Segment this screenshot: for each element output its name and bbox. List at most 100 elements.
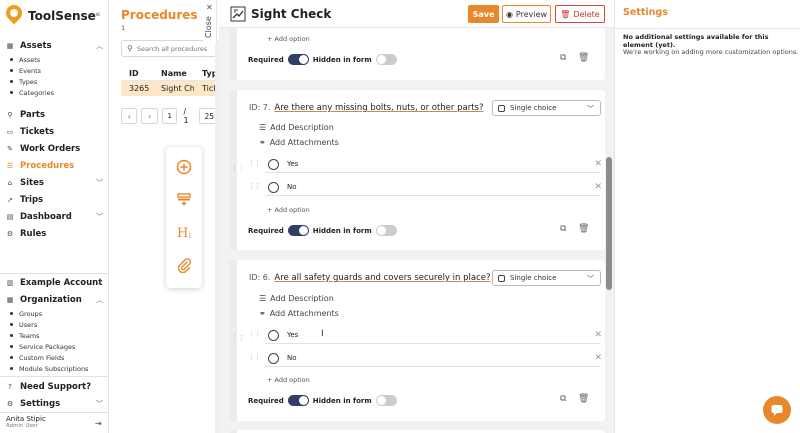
nav-tickets[interactable]: ▭ Tickets bbox=[0, 123, 109, 140]
nav-sub-groups[interactable]: Groups bbox=[10, 308, 109, 319]
remove-option-icon[interactable]: ✕ bbox=[594, 182, 602, 192]
next-page-button[interactable]: › bbox=[141, 108, 158, 124]
close-tab[interactable]: ✕ Close bbox=[203, 0, 217, 43]
remove-option-icon[interactable]: ✕ bbox=[594, 330, 602, 340]
question-card-prev[interactable]: + Add option Required Hidden in form ⧉ 🗑 bbox=[229, 28, 605, 80]
required-row: Required Hidden in form bbox=[248, 225, 397, 236]
option-label[interactable]: No bbox=[287, 183, 297, 191]
add-attachments-label: Add Attachments bbox=[269, 309, 339, 318]
hidden-toggle[interactable] bbox=[375, 225, 397, 236]
app-name: ToolSense bbox=[28, 9, 96, 23]
hidden-toggle[interactable] bbox=[375, 54, 397, 65]
question-text[interactable]: Are there any missing bolts, nuts, or ot… bbox=[274, 103, 483, 113]
logout-icon[interactable]: ⇥ bbox=[95, 419, 102, 428]
chevron-up-icon[interactable]: ︿ bbox=[96, 295, 103, 305]
drag-handle-icon[interactable]: ⋮⋮ bbox=[231, 334, 245, 342]
nav-label: Tickets bbox=[20, 126, 55, 137]
nav-need-support[interactable]: ? Need Support? bbox=[0, 378, 109, 395]
column-header-id[interactable]: ID bbox=[121, 69, 153, 78]
add-description-link[interactable]: ☰ Add Description bbox=[259, 123, 334, 132]
remove-option-icon[interactable]: ✕ bbox=[594, 159, 602, 169]
page-input[interactable]: 1 bbox=[161, 108, 178, 124]
nav-assets[interactable]: ▦ Assets ︿ bbox=[0, 37, 109, 54]
nav-sub-categories[interactable]: Categories bbox=[10, 87, 109, 98]
nav-sub-teams[interactable]: Teams bbox=[10, 330, 109, 341]
chevron-down-icon[interactable]: ﹀ bbox=[96, 399, 103, 409]
add-element-icon[interactable] bbox=[175, 158, 193, 176]
drag-handle-icon[interactable]: ⋮⋮ bbox=[231, 164, 245, 172]
question-type-select[interactable]: Single choice ﹀ bbox=[492, 270, 601, 286]
hidden-toggle[interactable] bbox=[375, 395, 397, 406]
delete-button[interactable]: 🗑 Delete bbox=[555, 5, 605, 23]
add-option-link[interactable]: + Add option bbox=[267, 35, 310, 43]
chat-support-button[interactable] bbox=[763, 396, 791, 424]
chevron-down-icon[interactable]: ﹀ bbox=[96, 212, 103, 222]
option-row[interactable]: ⋮⋮ Yes ✕ bbox=[248, 156, 602, 173]
save-button[interactable]: Save bbox=[468, 5, 499, 23]
nav-work-orders[interactable]: ✎ Work Orders bbox=[0, 140, 109, 157]
nav-settings[interactable]: ⚙ Settings ﹀ bbox=[0, 395, 109, 412]
add-option-link[interactable]: + Add option bbox=[267, 206, 310, 214]
attachment-icon[interactable] bbox=[175, 256, 193, 274]
remove-option-icon[interactable]: ✕ bbox=[594, 353, 602, 363]
nav-organization[interactable]: ▦ Organization ︿ bbox=[0, 291, 109, 308]
chevron-down-icon[interactable]: ﹀ bbox=[96, 178, 103, 188]
editor-scrollbar[interactable] bbox=[606, 157, 612, 290]
question-type-select[interactable]: Single choice ﹀ bbox=[492, 100, 601, 116]
option-label[interactable]: Yes bbox=[287, 331, 298, 339]
prev-page-button[interactable]: ‹ bbox=[121, 108, 138, 124]
question-card[interactable]: ⋮⋮ ID: 6. Are all safety guards and cover… bbox=[229, 260, 605, 421]
option-row[interactable]: ⋮⋮ No ✕ bbox=[248, 179, 602, 196]
heading-icon[interactable]: H1 bbox=[175, 223, 193, 241]
add-field-icon[interactable] bbox=[175, 190, 193, 208]
question-type-label: Single choice bbox=[510, 274, 557, 282]
nav-sub-types[interactable]: Types bbox=[10, 76, 109, 87]
drag-handle-icon[interactable]: ⋮⋮ bbox=[248, 182, 261, 190]
nav-sub-service-packages[interactable]: Service Packages bbox=[10, 341, 109, 352]
table-row[interactable]: 3265 Sight Check Ticket bbox=[121, 81, 220, 96]
preview-button[interactable]: ◉ Preview bbox=[502, 5, 551, 23]
nav-sub-custom-fields[interactable]: Custom Fields bbox=[10, 352, 109, 363]
add-attachments-link[interactable]: ⚭ Add Attachments bbox=[259, 138, 339, 147]
required-toggle[interactable] bbox=[287, 54, 309, 65]
drag-handle-icon[interactable]: ⋮⋮ bbox=[248, 159, 261, 167]
drag-handle-icon[interactable]: ⋮⋮ bbox=[248, 330, 261, 338]
nav-example-account[interactable]: ▥ Example Account ↗ bbox=[0, 274, 109, 291]
option-label[interactable]: No bbox=[287, 354, 297, 362]
chevron-up-icon[interactable]: ︿ bbox=[96, 41, 103, 51]
nav-sub-module-subscriptions[interactable]: Module Subscriptions bbox=[10, 363, 109, 374]
nav-rules[interactable]: ⚙ Rules bbox=[0, 225, 109, 242]
question-text[interactable]: Are all safety guards and covers securel… bbox=[274, 273, 490, 283]
option-row[interactable]: ⋮⋮ No ✕ bbox=[248, 350, 602, 367]
drag-handle-icon[interactable]: ⋮⋮ bbox=[248, 353, 261, 361]
copy-icon[interactable]: ⧉ bbox=[560, 53, 566, 63]
nav-dashboard[interactable]: ▤ Dashboard ﹀ bbox=[0, 208, 109, 225]
nav-trips[interactable]: ➚ Trips bbox=[0, 191, 109, 208]
user-profile[interactable]: Anita Stipic Admin User bbox=[6, 415, 46, 429]
nav-sub-events[interactable]: Events bbox=[10, 65, 109, 76]
add-option-link[interactable]: + Add option bbox=[267, 376, 310, 384]
external-link-icon[interactable]: ↗ bbox=[97, 278, 103, 286]
close-icon[interactable]: ✕ bbox=[206, 3, 213, 12]
nav-sub-users[interactable]: Users bbox=[10, 319, 109, 330]
option-label[interactable]: Yes bbox=[287, 160, 298, 168]
nav-procedures[interactable]: ☰ Procedures bbox=[0, 157, 109, 174]
question-card[interactable]: ⋮⋮ ID: 7. Are there any missing bolts, nu… bbox=[229, 90, 605, 250]
nav-parts[interactable]: ⚲ Parts bbox=[0, 106, 109, 123]
copy-icon[interactable]: ⧉ bbox=[560, 224, 566, 234]
search-input[interactable] bbox=[136, 44, 212, 53]
collapse-sidebar-icon[interactable]: « bbox=[95, 10, 101, 20]
column-header-name[interactable]: Name bbox=[153, 69, 194, 78]
option-row[interactable]: ⋮⋮ Yes I ✕ bbox=[248, 327, 602, 344]
required-toggle[interactable] bbox=[287, 395, 309, 406]
add-description-link[interactable]: ☰ Add Description bbox=[259, 294, 334, 303]
required-toggle[interactable] bbox=[287, 225, 309, 236]
trash-icon[interactable]: 🗑 bbox=[578, 394, 589, 404]
nav-sites[interactable]: ⌂ Sites ﹀ bbox=[0, 174, 109, 191]
trash-icon[interactable]: 🗑 bbox=[578, 224, 589, 234]
copy-icon[interactable]: ⧉ bbox=[560, 394, 566, 404]
add-attachments-link[interactable]: ⚭ Add Attachments bbox=[259, 309, 339, 318]
nav-sub-assets[interactable]: Assets bbox=[10, 54, 109, 65]
logo[interactable]: ToolSense bbox=[2, 1, 96, 28]
trash-icon[interactable]: 🗑 bbox=[578, 53, 589, 63]
